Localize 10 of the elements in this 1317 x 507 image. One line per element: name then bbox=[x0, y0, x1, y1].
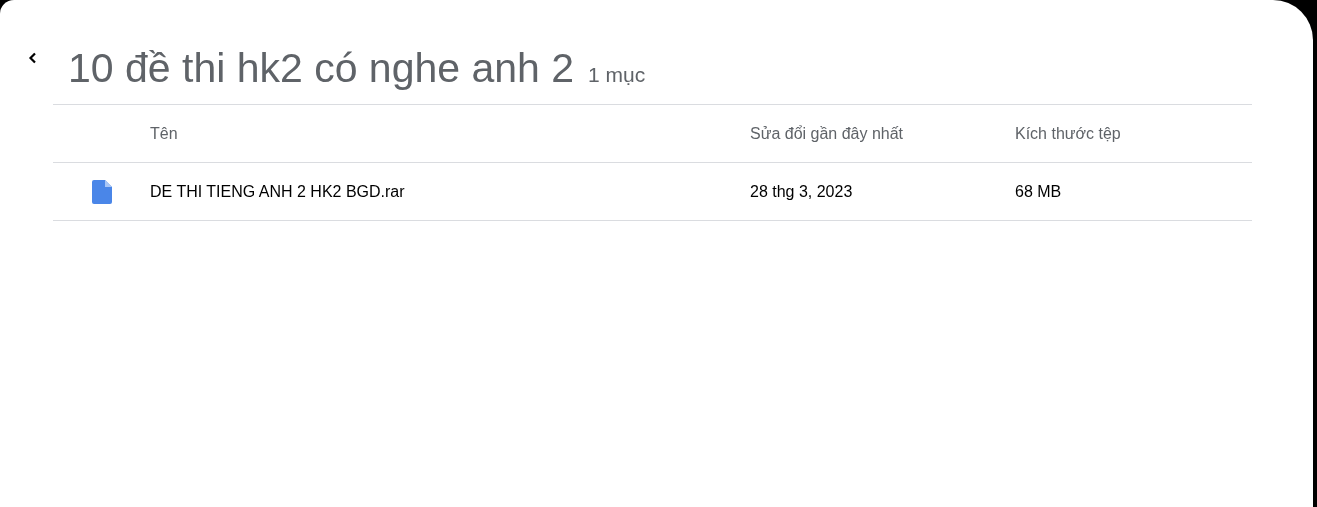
file-name[interactable]: DE THI TIENG ANH 2 HK2 BGD.rar bbox=[150, 183, 405, 200]
back-icon bbox=[28, 52, 38, 64]
folder-title: 10 đề thi hk2 có nghe anh 2 bbox=[68, 44, 575, 93]
column-header[interactable]: Tên bbox=[150, 125, 178, 142]
file-icon bbox=[91, 179, 112, 204]
item-count: 1 mục bbox=[588, 63, 646, 87]
column-header[interactable]: Kích thước tệp bbox=[1015, 125, 1121, 142]
column-header[interactable]: Sửa đổi gần đây nhất bbox=[750, 125, 904, 142]
modified-date: 28 thg 3, 2023 bbox=[750, 183, 853, 200]
file-size: 68 MB bbox=[1015, 183, 1062, 200]
